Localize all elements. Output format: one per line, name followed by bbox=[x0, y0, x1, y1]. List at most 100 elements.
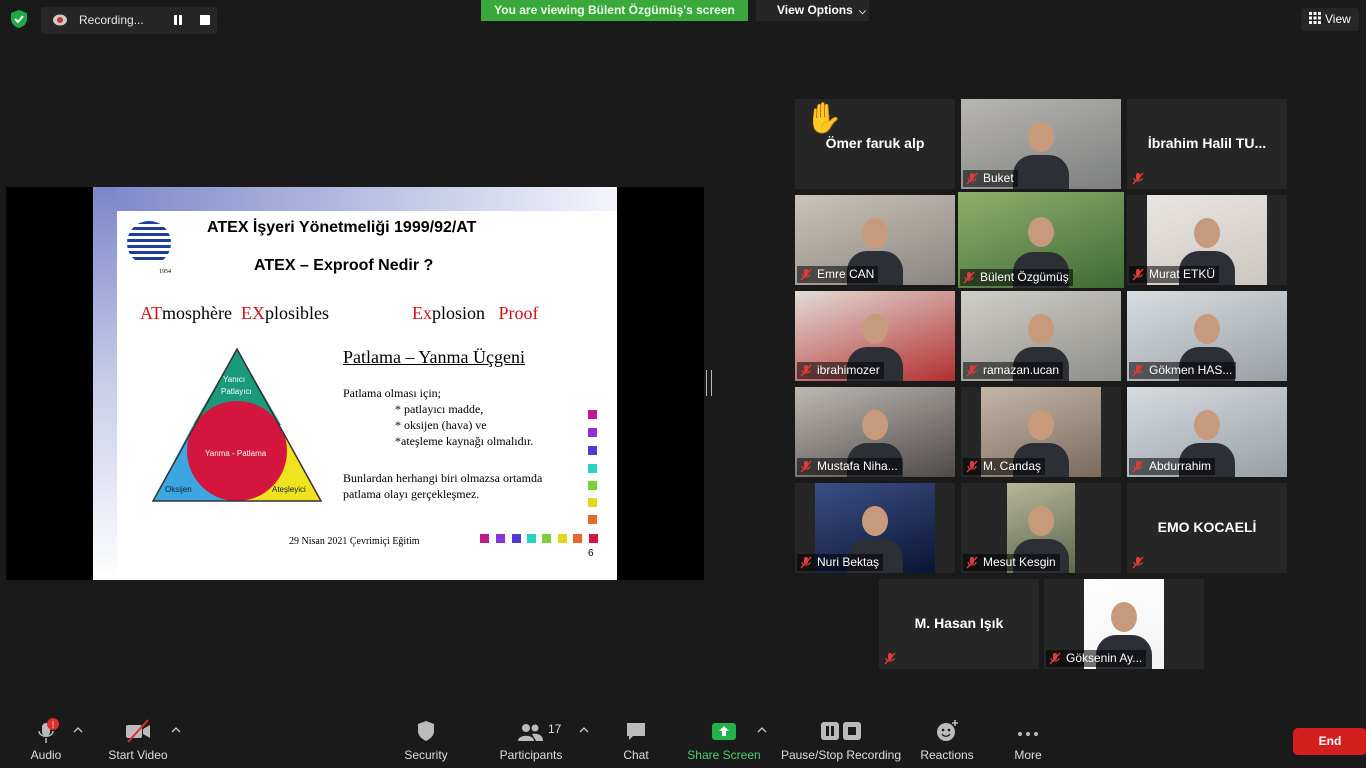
muted-mic-icon bbox=[966, 460, 978, 473]
participants-label: Participants bbox=[499, 748, 563, 762]
slide-text-line: patlama olayı gerçekleşmez. bbox=[343, 487, 480, 501]
participant-tile[interactable]: ramazan.ucan bbox=[961, 291, 1121, 381]
triangle-label-explosive: Patlayıcı bbox=[221, 387, 252, 396]
participant-face bbox=[862, 314, 888, 345]
participants-options-caret-icon[interactable] bbox=[579, 726, 589, 734]
triangle-label-center: Yanma - Patlama bbox=[205, 449, 267, 458]
slide-top-band bbox=[93, 187, 617, 211]
participant-name: İbrahim Halil TU... bbox=[1147, 135, 1267, 151]
participant-name: Ömer faruk alp bbox=[825, 135, 925, 151]
participant-face bbox=[1194, 314, 1220, 345]
participants-icon-wrap: 17 bbox=[498, 718, 564, 744]
participant-tile[interactable]: Emre CAN bbox=[795, 195, 955, 285]
participant-tile[interactable]: Mesut Kesgin bbox=[961, 483, 1121, 573]
logo-year: 1954 bbox=[159, 269, 171, 275]
end-meeting-button[interactable]: End bbox=[1293, 728, 1366, 755]
participant-name: Gökmen HAS... bbox=[1129, 362, 1237, 379]
share-screen-button[interactable]: Share Screen bbox=[686, 718, 762, 768]
share-screen-icon bbox=[712, 723, 736, 740]
microphone-icon: ! bbox=[38, 718, 59, 743]
participant-tile[interactable]: Murat ETKÜ bbox=[1127, 195, 1287, 285]
svg-text:!: ! bbox=[52, 720, 55, 730]
chat-button[interactable]: Chat bbox=[616, 718, 656, 768]
slide-text-line: Bunlardan herhangi biri olmazsa ortamda bbox=[343, 471, 543, 485]
video-options-caret-icon[interactable] bbox=[171, 726, 181, 734]
view-button[interactable]: View bbox=[1301, 8, 1359, 31]
participant-tile[interactable]: Bülent Özgümüş bbox=[958, 192, 1124, 288]
audio-button[interactable]: ! Audio bbox=[26, 718, 66, 768]
audio-options-caret-icon[interactable] bbox=[73, 726, 83, 734]
share-screen-label: Share Screen bbox=[687, 748, 761, 762]
participant-tile[interactable]: Göksenin Ay... bbox=[1044, 579, 1204, 669]
participant-tile[interactable]: Mustafa Niha... bbox=[795, 387, 955, 477]
reactions-button[interactable]: Reactions bbox=[918, 718, 976, 768]
participant-tile[interactable]: EMO KOCAELİ bbox=[1127, 483, 1287, 573]
participant-tile[interactable]: Ömer faruk alp ✋ bbox=[795, 99, 955, 189]
explosion-proof: Explosion Proof bbox=[412, 303, 539, 323]
participant-tile[interactable]: M. Hasan Işık bbox=[879, 579, 1039, 669]
pause-recording-icon[interactable] bbox=[172, 14, 184, 26]
security-button[interactable]: Security bbox=[400, 718, 452, 768]
muted-mic-icon bbox=[1132, 172, 1144, 185]
participant-face bbox=[1028, 122, 1054, 153]
participant-tile[interactable]: M. Candaş bbox=[961, 387, 1121, 477]
participant-tile[interactable]: ibrahimozer bbox=[795, 291, 955, 381]
participant-tile[interactable]: Gökmen HAS... bbox=[1127, 291, 1287, 381]
split-view-divider[interactable] bbox=[706, 370, 712, 396]
view-options-button[interactable]: View Options ⌵ bbox=[756, 0, 869, 21]
slide-page-number: 6 bbox=[588, 548, 594, 559]
muted-mic-icon bbox=[1049, 652, 1061, 665]
participant-tile[interactable]: Abdurrahim bbox=[1127, 387, 1287, 477]
stop-recording-icon[interactable] bbox=[200, 15, 210, 25]
slide-text-line: * oksijen (hava) ve bbox=[395, 418, 487, 432]
more-button[interactable]: More bbox=[1008, 718, 1048, 768]
chevron-down-icon: ⌵ bbox=[859, 6, 866, 16]
participant-name: EMO KOCAELİ bbox=[1157, 519, 1257, 535]
participant-face bbox=[1028, 216, 1054, 247]
participant-name: M. Hasan Işık bbox=[914, 615, 1004, 631]
participant-tile[interactable]: Nuri Bektaş bbox=[795, 483, 955, 573]
muted-mic-icon bbox=[800, 268, 812, 281]
muted-mic-icon bbox=[966, 556, 978, 569]
muted-mic-icon bbox=[1132, 364, 1144, 377]
share-options-caret-icon[interactable] bbox=[757, 726, 767, 734]
participant-face bbox=[1028, 506, 1054, 537]
view-options-label: View Options bbox=[777, 3, 853, 17]
recording-label: Recording... bbox=[79, 13, 144, 27]
participants-button[interactable]: 17 Participants bbox=[498, 718, 564, 768]
video-off-icon bbox=[126, 719, 150, 743]
atmosphere-explosibles: ATmosphère EXplosibles bbox=[140, 303, 329, 323]
participant-face bbox=[1028, 410, 1054, 441]
muted-mic-icon bbox=[884, 652, 896, 665]
security-label: Security bbox=[404, 748, 448, 762]
slide-content: 1954 ATEX İşyeri Yönetmeliği 1999/92/AT … bbox=[117, 211, 617, 580]
cloud-record-icon bbox=[53, 14, 67, 26]
chat-label: Chat bbox=[623, 748, 649, 762]
fire-triangle-diagram bbox=[151, 347, 323, 502]
participant-face bbox=[862, 218, 888, 249]
start-video-button[interactable]: Start Video bbox=[106, 718, 170, 768]
muted-mic-icon bbox=[800, 460, 812, 473]
presentation-slide: 1954 ATEX İşyeri Yönetmeliği 1999/92/AT … bbox=[93, 187, 617, 580]
participant-face bbox=[1194, 218, 1220, 249]
more-dots-icon bbox=[1018, 732, 1038, 736]
audio-label: Audio bbox=[30, 748, 62, 762]
participant-tile[interactable]: İbrahim Halil TU... bbox=[1127, 99, 1287, 189]
security-shield-icon[interactable] bbox=[8, 8, 30, 30]
triangle-label-fuel: Yanıcı bbox=[223, 375, 246, 384]
muted-mic-icon bbox=[800, 556, 812, 569]
participants-icon bbox=[518, 724, 543, 741]
participant-body bbox=[1013, 154, 1069, 189]
muted-mic-icon bbox=[966, 364, 978, 377]
chat-bubble-icon bbox=[627, 723, 645, 740]
participant-face bbox=[1111, 602, 1137, 633]
pause-stop-recording-button[interactable]: Pause/Stop Recording bbox=[780, 718, 902, 768]
muted-mic-icon bbox=[800, 364, 812, 377]
triangle-label-oxygen: Oksijen bbox=[165, 485, 192, 494]
triangle-heading: Patlama – Yanma Üçgeni bbox=[343, 347, 525, 367]
participant-name: Göksenin Ay... bbox=[1046, 650, 1147, 667]
participant-name: ramazan.ucan bbox=[963, 362, 1064, 379]
participant-face bbox=[862, 506, 888, 537]
participants-count: 17 bbox=[548, 722, 562, 736]
participant-tile[interactable]: Buket bbox=[961, 99, 1121, 189]
